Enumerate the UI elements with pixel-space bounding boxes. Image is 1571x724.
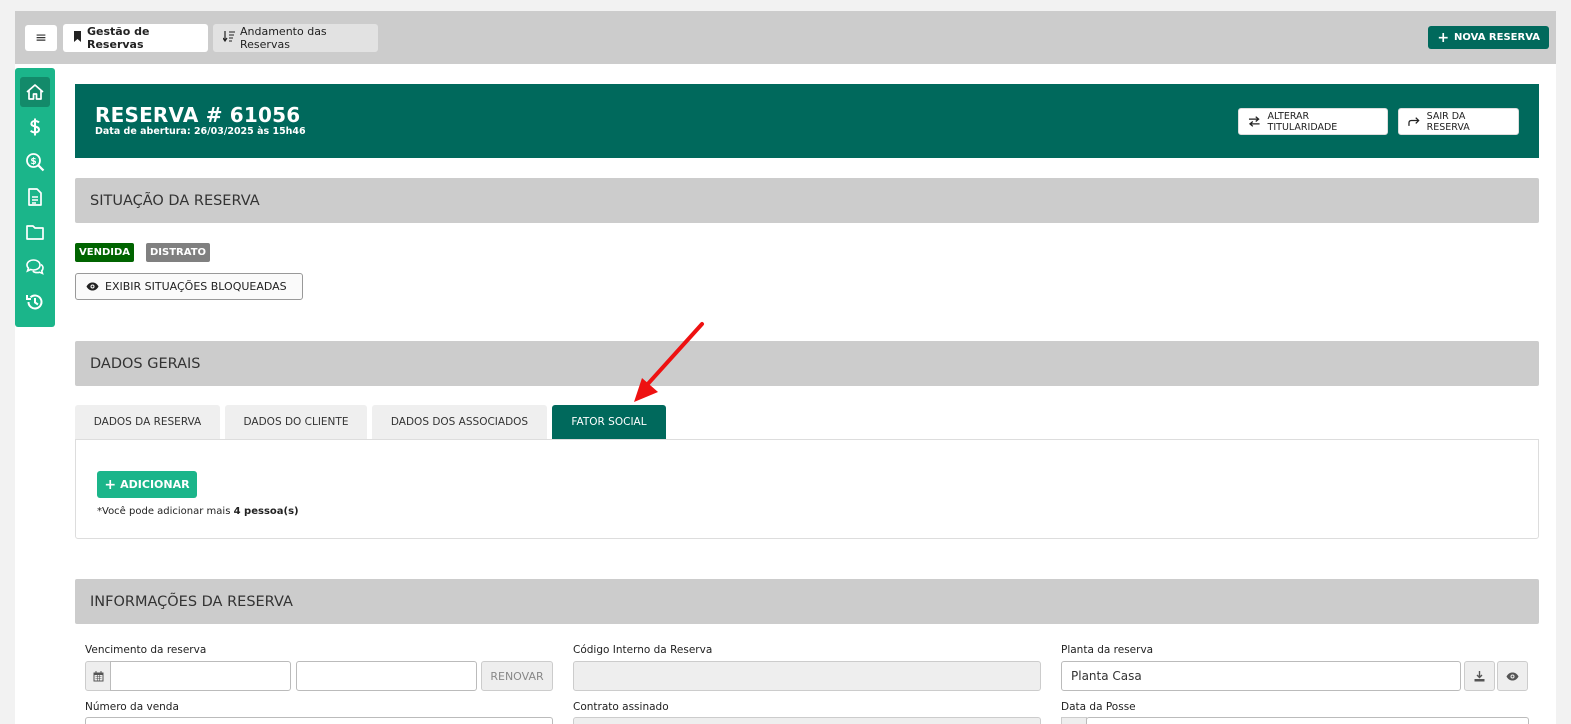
scrollbar[interactable] <box>1556 64 1571 724</box>
adicionar-label: ADICIONAR <box>120 478 190 491</box>
eye-icon[interactable] <box>1497 661 1528 691</box>
annotation-arrow <box>634 322 704 402</box>
history-icon <box>26 294 43 310</box>
vencimento-label: Vencimento da reserva <box>85 644 207 656</box>
reserva-header: RESERVA # 61056 Data de abertura: 26/03/… <box>75 84 1539 158</box>
plus-icon: + <box>1437 29 1450 46</box>
numero-venda-input[interactable] <box>85 717 553 724</box>
sair-da-reserva-button[interactable]: SAIR DA RESERVA <box>1398 108 1519 135</box>
svg-text:$: $ <box>30 157 36 167</box>
alterar-titularidade-label: ALTERAR TITULARIDADE <box>1267 110 1338 133</box>
section-dados-gerais: DADOS GERAIS <box>75 341 1539 386</box>
sidebar-item-documentos[interactable] <box>20 182 50 212</box>
tab-andamento-reservas[interactable]: Andamento das Reservas <box>213 24 378 52</box>
dollar-icon <box>29 118 41 136</box>
section-situacao: SITUAÇÃO DA RESERVA <box>75 178 1539 223</box>
tab-dados-dos-associados[interactable]: DADOS DOS ASSOCIADOS <box>372 405 547 439</box>
alterar-titularidade-button[interactable]: ALTERAR TITULARIDADE <box>1238 108 1388 135</box>
note-prefix: *Você pode adicionar mais <box>97 506 231 517</box>
side-nav: $ <box>15 68 55 327</box>
renovar-button[interactable]: RENOVAR <box>481 661 553 691</box>
document-icon <box>28 188 42 206</box>
folder-icon <box>26 225 44 240</box>
planta-input[interactable]: Planta Casa <box>1061 661 1461 691</box>
section-title: DADOS GERAIS <box>90 355 201 372</box>
sidebar-item-financeiro[interactable] <box>20 112 50 142</box>
exibir-situacoes-bloqueadas-button[interactable]: EXIBIR SITUAÇÕES BLOQUEADAS <box>75 273 303 300</box>
sair-da-reserva-label: SAIR DA RESERVA <box>1426 110 1470 133</box>
vencimento-time-input[interactable] <box>296 661 477 691</box>
sidebar-item-busca-financeira[interactable]: $ <box>20 147 50 177</box>
planta-label: Planta da reserva <box>1061 644 1154 656</box>
tab-label: Andamento das Reservas <box>240 25 327 51</box>
tab-label: Gestão de Reservas <box>87 25 150 51</box>
plus-icon: + <box>104 476 117 493</box>
calendar-icon[interactable] <box>85 661 111 691</box>
hamburger-icon: ≡ <box>35 30 47 46</box>
numero-venda-label: Número da venda <box>85 701 179 713</box>
status-badge-distrato: DISTRATO <box>146 243 211 262</box>
note-count: 4 pessoa(s) <box>233 506 299 517</box>
section-title: SITUAÇÃO DA RESERVA <box>90 192 260 209</box>
add-limit-note: *Você pode adicionar mais 4 pessoa(s) <box>97 506 299 517</box>
codigo-interno-input[interactable] <box>573 661 1041 691</box>
share-arrow-icon <box>1408 116 1420 126</box>
sidebar-item-home[interactable] <box>20 77 50 107</box>
chat-icon <box>26 259 44 275</box>
codigo-interno-label: Código Interno da Reserva <box>573 644 713 656</box>
tab-fator-social[interactable]: FATOR SOCIAL <box>552 405 666 439</box>
data-posse-input[interactable] <box>1086 717 1529 724</box>
sidebar-item-mensagens[interactable] <box>20 252 50 282</box>
status-badge-vendida: VENDIDA <box>75 243 135 262</box>
sidebar-item-arquivos[interactable] <box>20 217 50 247</box>
contrato-assinado-input[interactable] <box>573 717 1041 724</box>
sidebar-item-historico[interactable] <box>20 287 50 317</box>
fator-social-panel: + ADICIONAR *Você pode adicionar mais 4 … <box>75 439 1539 539</box>
nova-reserva-label: NOVA RESERVA <box>1454 32 1540 43</box>
eye-icon <box>86 282 99 291</box>
top-bar: ≡ Gestão de Reservas Andamento das Reser… <box>15 11 1556 64</box>
adicionar-button[interactable]: + ADICIONAR <box>97 471 197 498</box>
tab-dados-do-cliente[interactable]: DADOS DO CLIENTE <box>225 405 367 439</box>
download-icon[interactable] <box>1464 661 1495 691</box>
tab-gestao-reservas[interactable]: Gestão de Reservas <box>63 24 208 52</box>
swap-icon <box>1248 116 1260 127</box>
bookmark-icon <box>73 31 82 45</box>
menu-button[interactable]: ≡ <box>25 25 57 51</box>
page-title: RESERVA # 61056 <box>95 103 301 127</box>
section-title: INFORMAÇÕES DA RESERVA <box>90 593 293 610</box>
contrato-assinado-label: Contrato assinado <box>573 701 669 713</box>
sort-icon <box>222 31 235 45</box>
data-posse-label: Data da Posse <box>1061 701 1136 713</box>
search-money-icon: $ <box>26 153 45 172</box>
home-icon <box>26 84 44 100</box>
section-informacoes: INFORMAÇÕES DA RESERVA <box>75 579 1539 624</box>
calendar-icon[interactable] <box>1061 717 1087 724</box>
vencimento-date-input[interactable] <box>110 661 291 691</box>
tab-dados-da-reserva[interactable]: DADOS DA RESERVA <box>75 405 220 439</box>
nova-reserva-button[interactable]: + NOVA RESERVA <box>1428 26 1549 49</box>
data-abertura: Data de abertura: 26/03/2025 às 15h46 <box>95 126 306 137</box>
exibir-label: EXIBIR SITUAÇÕES BLOQUEADAS <box>105 280 287 293</box>
